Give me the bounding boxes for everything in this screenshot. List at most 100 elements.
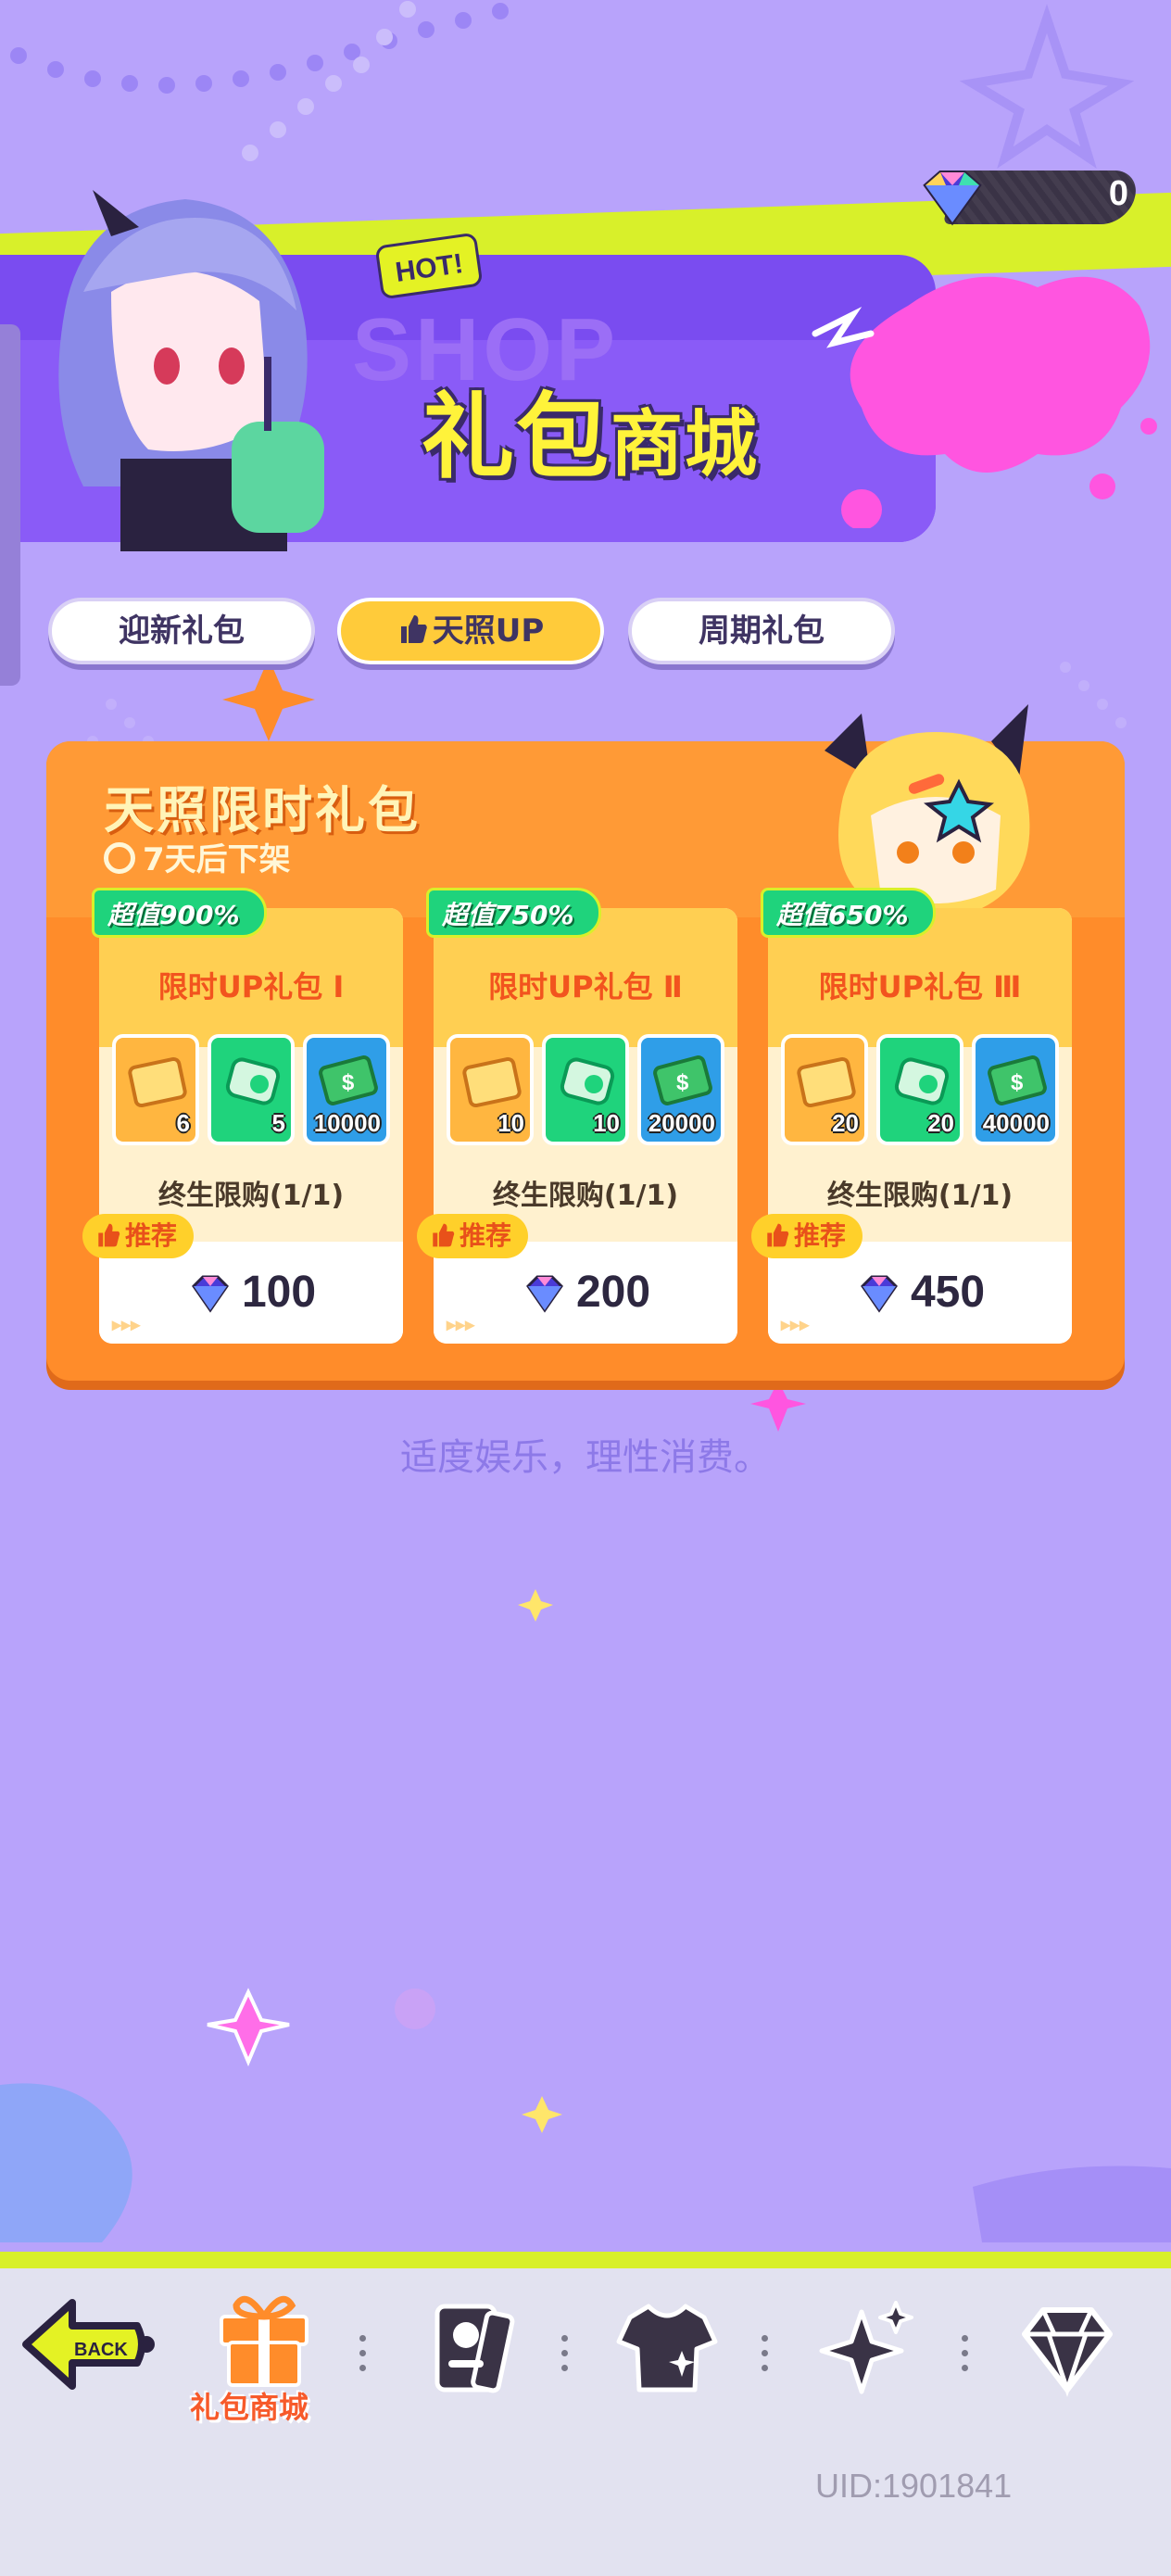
- timer-text: 7天后下架: [143, 841, 291, 878]
- panel-title: 天照限时礼包: [104, 781, 421, 840]
- item-list: 6 5 $ 10000: [112, 1034, 390, 1145]
- nav-bar: [0, 2268, 1171, 2576]
- tab-cycle-pack[interactable]: 周期礼包: [628, 598, 895, 664]
- side-handle[interactable]: [0, 324, 20, 686]
- panel-timer: 7天后下架: [104, 834, 291, 879]
- gem-icon: [526, 1275, 563, 1313]
- svg-text:$: $: [342, 1070, 355, 1095]
- moderation-notice: 适度娱乐，理性消费。: [400, 1436, 771, 1479]
- gem-icon: [923, 170, 982, 226]
- gold-ticket-icon: [462, 1056, 522, 1108]
- thumbs-up-icon: [767, 1223, 789, 1247]
- gem-icon: [861, 1275, 898, 1313]
- purchase-limit: 终生限购(1/1): [157, 1180, 345, 1212]
- tab-label: 迎新礼包: [119, 612, 245, 650]
- thumbs-up-icon: [433, 1223, 455, 1247]
- item-slot[interactable]: $ 40000: [972, 1034, 1059, 1145]
- cash-icon: $: [319, 1055, 378, 1105]
- nav-separator: [762, 2335, 769, 2372]
- pack-name: 限时UP礼包 Ⅰ: [157, 969, 345, 1004]
- item-count: 6: [176, 1109, 190, 1137]
- price: 450: [910, 1268, 986, 1317]
- item-count: 20000: [648, 1109, 715, 1137]
- sparkle-icon[interactable]: [811, 2293, 922, 2405]
- bottom-nav: BACK 礼包商城 UID:1901841: [0, 2252, 1171, 2576]
- recommend-text: 推荐: [125, 1220, 178, 1251]
- tab-tenshou-up[interactable]: 天照UP: [337, 598, 604, 664]
- tab-label: 天照UP: [432, 612, 545, 650]
- pack-name: 限时UP礼包 Ⅱ: [488, 969, 683, 1004]
- paint-splash: [812, 276, 1157, 528]
- item-list: 20 20 $ 40000: [781, 1034, 1059, 1145]
- character-portrait: [58, 190, 324, 551]
- item-count: 10000: [313, 1109, 381, 1137]
- item-slot[interactable]: $ 20000: [637, 1034, 724, 1145]
- item-list: 10 10 $ 20000: [447, 1034, 724, 1145]
- gold-ticket-icon: [797, 1056, 856, 1108]
- price: 200: [575, 1268, 651, 1317]
- currency-amount: 0: [1108, 174, 1128, 213]
- thumbs-up-icon: [98, 1223, 120, 1247]
- diamond-icon[interactable]: [1012, 2293, 1123, 2405]
- gold-ticket-icon: [128, 1056, 187, 1108]
- shirt-icon[interactable]: [611, 2293, 723, 2405]
- recommend-badge: 推荐: [751, 1214, 863, 1258]
- pack-name: 限时UP礼包 Ⅲ: [818, 969, 1022, 1004]
- item-slot[interactable]: 6: [112, 1034, 199, 1145]
- recommend-text: 推荐: [460, 1220, 512, 1251]
- clock-icon: [104, 842, 135, 874]
- gem-icon: [192, 1275, 229, 1313]
- gift-card-1[interactable]: 限时UP礼包 Ⅰ 超值900% 6 5 $ 10000 终生限购(1/1) 10…: [82, 888, 403, 1344]
- svg-text:$: $: [676, 1070, 689, 1095]
- title-part-a: 礼包: [422, 383, 611, 491]
- recommend-badge: 推荐: [417, 1214, 529, 1258]
- price: 100: [241, 1268, 317, 1317]
- cash-icon: $: [988, 1055, 1047, 1105]
- nav-separator: [561, 2335, 569, 2372]
- back-icon[interactable]: BACK: [17, 2289, 156, 2409]
- purchase-limit: 终生限购(1/1): [492, 1180, 679, 1212]
- page-title: 礼包商城: [422, 361, 759, 496]
- thumbs-up-icon: [400, 615, 427, 643]
- gift-card-3[interactable]: 限时UP礼包 Ⅲ 超值650% 20 20 $ 40000 终生限购(1/1) …: [751, 888, 1072, 1344]
- item-count: 20: [927, 1109, 954, 1137]
- arrow-decoration: ▸▸▸: [447, 1315, 475, 1335]
- arrow-decoration: ▸▸▸: [781, 1315, 810, 1335]
- tab-label: 周期礼包: [699, 612, 825, 650]
- item-slot[interactable]: 5: [208, 1034, 295, 1145]
- back-label: BACK: [74, 2340, 128, 2360]
- arrow-decoration: ▸▸▸: [112, 1315, 141, 1335]
- item-slot[interactable]: 20: [781, 1034, 868, 1145]
- gift-icon[interactable]: [208, 2279, 320, 2391]
- recommend-badge: 推荐: [82, 1214, 195, 1258]
- cash-icon: $: [653, 1055, 712, 1105]
- item-slot[interactable]: 10: [542, 1034, 629, 1145]
- item-count: 10: [593, 1109, 620, 1137]
- green-ticket-icon: [560, 1057, 615, 1105]
- svg-text:$: $: [1011, 1070, 1024, 1095]
- card-icon[interactable]: [415, 2293, 526, 2405]
- item-slot[interactable]: 10: [447, 1034, 534, 1145]
- item-count: 10: [497, 1109, 524, 1137]
- green-ticket-icon: [225, 1057, 281, 1105]
- nav-separator: [359, 2335, 367, 2372]
- tab-welcome-pack[interactable]: 迎新礼包: [48, 598, 315, 664]
- item-slot[interactable]: 20: [876, 1034, 963, 1145]
- title-part-b: 商城: [611, 403, 760, 486]
- nav-separator: [962, 2335, 969, 2372]
- item-count: 20: [832, 1109, 859, 1137]
- nav-active-label: 礼包商城: [190, 2390, 309, 2425]
- user-id: UID:1901841: [815, 2467, 1013, 2505]
- value-tag: 超值900%: [92, 888, 267, 938]
- gem-currency-display[interactable]: 0: [913, 165, 1149, 226]
- gift-panel: 天照限时礼包 7天后下架 限时UP礼包 Ⅰ 超值900% 6 5 $ 10000…: [46, 704, 1125, 1381]
- item-count: 40000: [982, 1109, 1050, 1137]
- purchase-limit: 终生限购(1/1): [826, 1180, 1014, 1212]
- green-ticket-icon: [894, 1057, 950, 1105]
- value-tag: 超值650%: [761, 888, 936, 938]
- recommend-text: 推荐: [794, 1220, 847, 1251]
- gift-card-2[interactable]: 限时UP礼包 Ⅱ 超值750% 10 10 $ 20000 终生限购(1/1) …: [417, 888, 737, 1344]
- item-slot[interactable]: $ 10000: [303, 1034, 390, 1145]
- item-count: 5: [271, 1109, 285, 1137]
- value-tag: 超值750%: [426, 888, 601, 938]
